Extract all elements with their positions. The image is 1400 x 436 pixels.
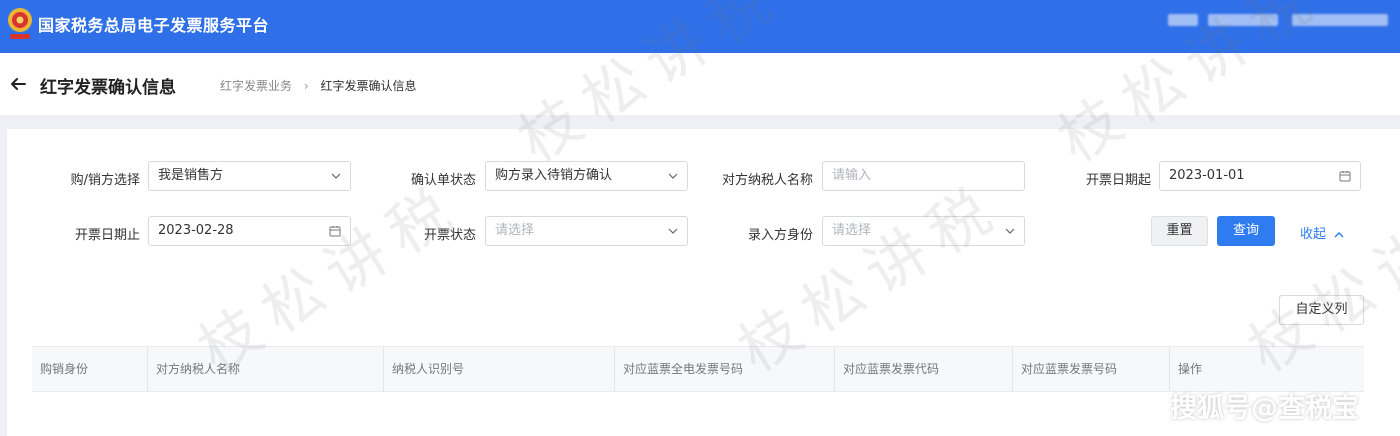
confirm-status-value: 购方录入待销方确认 — [495, 168, 613, 183]
buyer-seller-value: 我是销售方 — [158, 168, 224, 183]
column-header-counterparty-name: 对方纳税人名称 — [148, 347, 384, 391]
issue-date-end-picker[interactable]: 2023-02-28 — [148, 216, 351, 246]
chevron-up-icon — [1334, 232, 1344, 238]
column-header-blue-invoice-number: 对应蓝票发票号码 — [1013, 347, 1170, 391]
back-arrow-icon[interactable] — [8, 74, 28, 94]
collapse-link[interactable]: 收起 — [1300, 223, 1344, 242]
collapse-label: 收起 — [1300, 227, 1327, 242]
query-button[interactable]: 查询 — [1217, 216, 1275, 246]
custom-columns-button[interactable]: 自定义列 — [1279, 295, 1364, 325]
confirm-status-label: 确认单状态 — [410, 173, 476, 188]
calendar-icon — [329, 217, 341, 245]
reset-button[interactable]: 重置 — [1151, 216, 1208, 246]
page-header — [0, 53, 1400, 115]
entry-identity-select[interactable]: 请选择 — [822, 216, 1025, 246]
counterparty-name-placeholder: 请输入 — [832, 168, 872, 183]
entry-identity-label: 录入方身份 — [747, 228, 813, 243]
issue-status-placeholder: 请选择 — [495, 223, 535, 238]
chevron-down-icon — [668, 162, 678, 190]
chevron-down-icon — [331, 162, 341, 190]
buyer-seller-label: 购/销方选择 — [70, 173, 140, 188]
page-title: 红字发票确认信息 — [40, 78, 176, 98]
breadcrumb-item-current: 红字发票确认信息 — [320, 79, 417, 93]
source-watermark: 搜狐号@查税宝 — [1170, 393, 1359, 424]
breadcrumb-item-red-invoice-business[interactable]: 红字发票业务 — [220, 79, 292, 93]
app-title: 国家税务总局电子发票服务平台 — [38, 16, 270, 35]
chevron-down-icon — [1005, 217, 1015, 245]
issue-date-start-value: 2023-01-01 — [1169, 168, 1245, 183]
emblem-logo — [8, 8, 32, 39]
column-header-blue-invoice-number-full: 对应蓝票全电发票号码 — [615, 347, 835, 391]
counterparty-name-label: 对方纳税人名称 — [721, 173, 813, 188]
top-bar: 国家税务总局电子发票服务平台 — [0, 0, 1400, 53]
column-header-actions: 操作 — [1178, 362, 1203, 376]
counterparty-name-input[interactable]: 请输入 — [822, 161, 1025, 191]
user-info[interactable] — [1168, 14, 1388, 28]
issue-date-start-picker[interactable]: 2023-01-01 — [1159, 161, 1361, 191]
issue-date-end-value: 2023-02-28 — [158, 223, 234, 238]
column-header-identity: 购销身份 — [32, 347, 148, 391]
chevron-down-icon — [668, 217, 678, 245]
table-header: 购销身份 对方纳税人名称 纳税人识别号 对应蓝票全电发票号码 对应蓝票发票代码 … — [32, 346, 1364, 392]
issue-status-label: 开票状态 — [423, 228, 476, 243]
breadcrumb: 红字发票业务 › 红字发票确认信息 — [220, 77, 417, 94]
column-header-taxpayer-id: 纳税人识别号 — [384, 347, 615, 391]
calendar-icon — [1339, 162, 1351, 190]
issue-date-start-label: 开票日期起 — [1085, 173, 1151, 188]
confirm-status-select[interactable]: 购方录入待销方确认 — [485, 161, 688, 191]
column-header-blue-invoice-code: 对应蓝票发票代码 — [835, 347, 1013, 391]
entry-identity-placeholder: 请选择 — [832, 223, 872, 238]
issue-status-select[interactable]: 请选择 — [485, 216, 688, 246]
chevron-right-icon: › — [303, 79, 309, 93]
buyer-seller-select[interactable]: 我是销售方 — [148, 161, 351, 191]
issue-date-end-label: 开票日期止 — [74, 228, 140, 243]
